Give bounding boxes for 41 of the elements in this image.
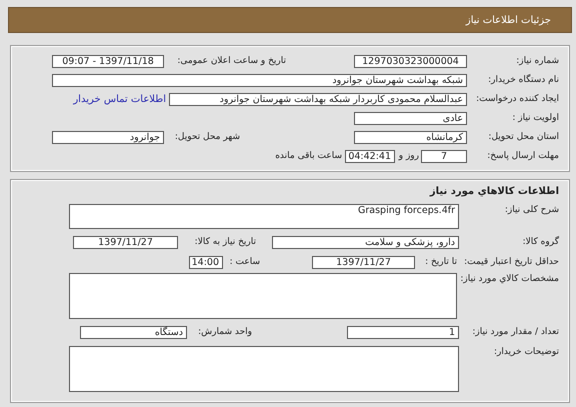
input-field[interactable]: 04:42:41 <box>345 150 395 163</box>
input-field[interactable]: 1297030323000004 <box>354 55 467 68</box>
field-label: ساعت : <box>230 256 260 269</box>
field-label: اولویت نیاز : <box>512 112 559 125</box>
input-field[interactable]: 1 <box>347 326 459 339</box>
input-field[interactable]: 1397/11/27 <box>73 236 178 249</box>
field-label: مشخصات کالاي مورد نياز: <box>460 273 559 286</box>
field-label: ایجاد کننده درخواست: <box>476 93 559 106</box>
text-area[interactable] <box>69 273 457 319</box>
field-label: حداقل تاریخ اعتبار قیمت: <box>464 256 559 269</box>
field-label: تا تاریخ : <box>425 256 457 269</box>
field-label: واحد شمارش: <box>198 326 252 339</box>
field-label: شماره نیاز: <box>516 55 559 68</box>
input-field[interactable]: 14:00 <box>189 256 223 269</box>
section-title: اطلاعات کالاهاي مورد نياز <box>430 186 559 198</box>
input-field[interactable]: دستگاه <box>80 326 187 339</box>
field-label: تاریخ نیاز به کالا: <box>194 236 256 249</box>
input-field[interactable]: دارو، پزشکی و سلامت <box>272 236 459 249</box>
field-label: توضیحات خریدار: <box>494 346 559 359</box>
input-field[interactable]: عادی <box>354 112 467 125</box>
field-label: تاریخ و ساعت اعلان عمومی: <box>177 55 286 68</box>
field-label: شرح کلی نیاز: <box>504 204 559 217</box>
input-field[interactable]: 1397/11/27 <box>312 256 415 269</box>
field-label: روز و <box>398 150 419 163</box>
input-field[interactable]: 1397/11/18 - 09:07 <box>52 55 164 68</box>
input-field[interactable]: 7 <box>421 150 467 163</box>
page-title: جزئیات اطلاعات نیاز <box>466 14 551 26</box>
contact-link[interactable]: اطلاعات تماس خریدار <box>73 93 166 106</box>
field-label: شهر محل تحویل: <box>174 131 240 144</box>
input-field[interactable]: شبکه بهداشت شهرستان جوانرود <box>52 74 467 87</box>
field-label: نام دستگاه خریدار: <box>488 74 559 87</box>
input-field[interactable]: کرمانشاه <box>354 131 467 144</box>
text-area[interactable] <box>69 346 459 392</box>
field-label: ساعت باقی مانده <box>275 150 342 163</box>
field-label: مهلت ارسال پاسخ: <box>487 150 559 163</box>
field-label: گروه کالا: <box>522 236 559 249</box>
input-field[interactable]: جوانرود <box>52 131 164 144</box>
text-area[interactable]: Grasping forceps.4fr <box>69 204 459 229</box>
field-label: استان محل تحویل: <box>488 131 559 144</box>
field-label: تعداد / مقدار مورد نیاز: <box>472 326 559 339</box>
input-field[interactable]: عبدالسلام محمودی کاربردار شبکه بهداشت شهرستان جوانرود <box>169 93 467 106</box>
